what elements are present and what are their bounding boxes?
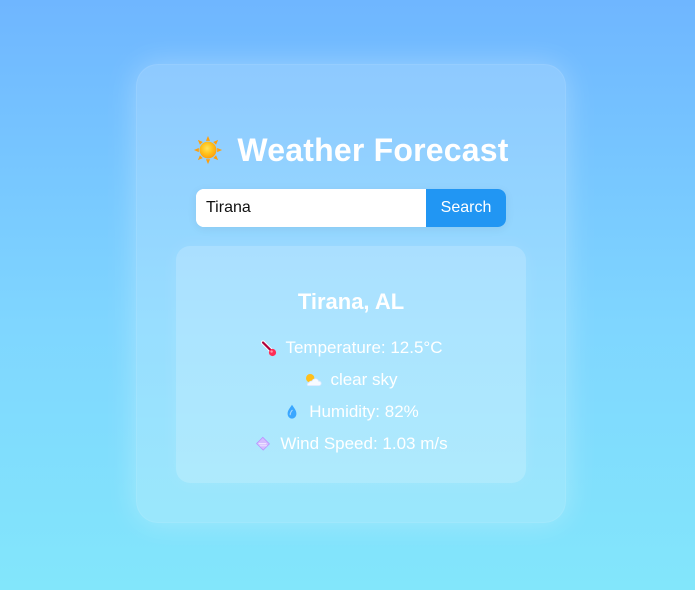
city-search-input[interactable] [196, 189, 426, 227]
condition-row: clear sky [176, 369, 526, 391]
wind-row: Wind Speed: 1.03 m/s [176, 433, 526, 455]
temperature-text: Temperature: 12.5°C [285, 338, 443, 357]
wind-icon [254, 435, 272, 453]
condition-text: clear sky [330, 370, 398, 389]
search-bar: Search [196, 189, 506, 227]
page-title: Weather Forecast [237, 132, 509, 168]
city-label: Tirana, AL [297, 289, 405, 314]
thermometer-icon [259, 339, 277, 357]
temperature-row: Temperature: 12.5°C [176, 337, 526, 359]
app-header: Weather Forecast [136, 130, 566, 170]
sun-cloud-icon [304, 371, 323, 389]
weather-result-panel: Tirana, AL Temperature: 12.5°C clear sky [176, 246, 526, 483]
humidity-text: Humidity: 82% [309, 402, 419, 421]
sun-icon [193, 135, 223, 165]
weather-card: Weather Forecast Search Tirana, AL Tempe… [136, 64, 566, 523]
search-button[interactable]: Search [426, 189, 506, 227]
wind-text: Wind Speed: 1.03 m/s [280, 434, 448, 453]
humidity-row: Humidity: 82% [176, 401, 526, 423]
droplet-icon [283, 403, 301, 421]
